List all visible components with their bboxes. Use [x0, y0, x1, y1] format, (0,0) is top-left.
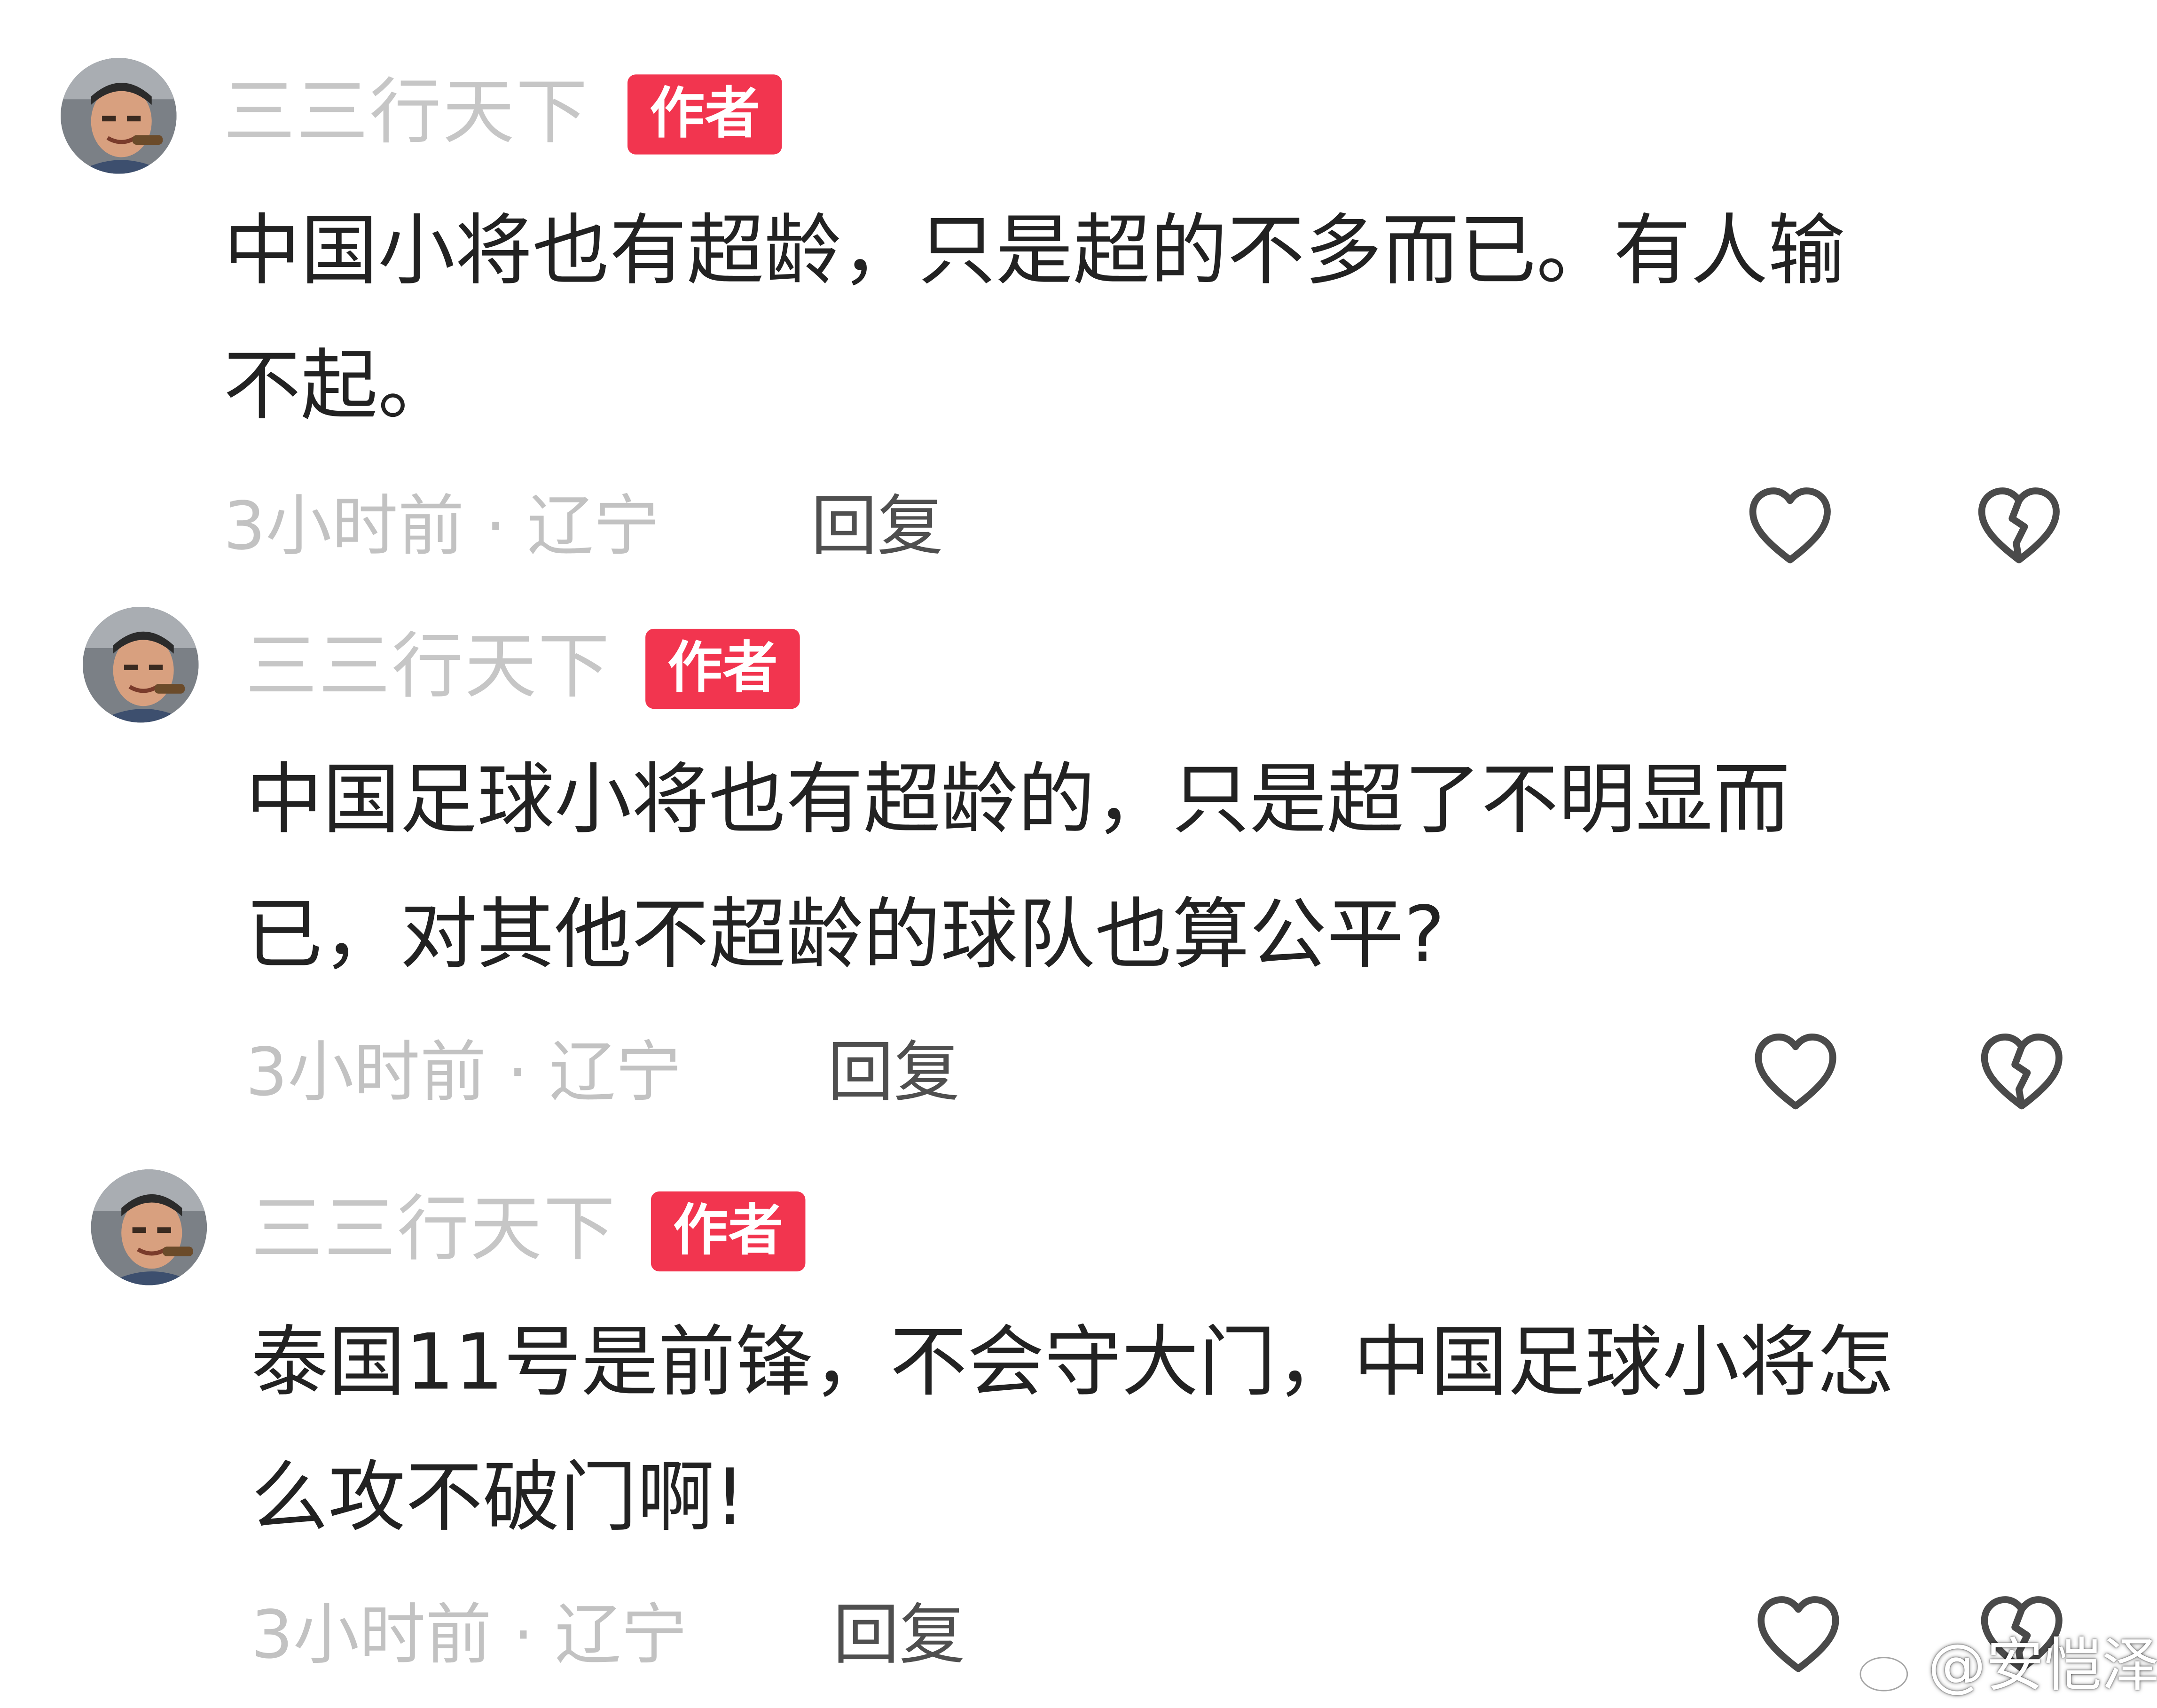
- broken-heart-icon[interactable]: [1977, 1029, 2066, 1117]
- author-badge: 作者: [651, 1191, 806, 1272]
- comment-text-line-2: 不起。: [223, 342, 455, 432]
- avatar[interactable]: [83, 606, 199, 723]
- reply-button[interactable]: 回复: [827, 1032, 960, 1114]
- author-badge: 作者: [645, 628, 800, 709]
- comment-text-line-1: 中国足球小将也有超龄的，只是超了不明显而: [245, 755, 1790, 846]
- comment-text-line-2: 已，对其他不超龄的球队也算公平?: [245, 891, 1445, 981]
- comment-text-line-1: 泰国11号是前锋，不会守大门，中国足球小将怎: [251, 1318, 1894, 1408]
- comment-item: 三三行天下 作者 泰国11号是前锋，不会守大门，中国足球小将怎 么攻不破门啊! …: [0, 1112, 2157, 1677]
- author-badge: 作者: [627, 74, 782, 155]
- reply-button[interactable]: 回复: [833, 1594, 965, 1677]
- comment-text-line-2: 么攻不破门啊!: [251, 1453, 745, 1543]
- avatar[interactable]: [91, 1169, 207, 1285]
- comment-page: 三三行天下 作者 中国小将也有超龄，只是超的不多而已。有人输 不起。 3小时前 …: [0, 0, 2157, 1708]
- watermark-text: @安恺泽: [1928, 1631, 2157, 1699]
- heart-outline-icon[interactable]: [1751, 1029, 1840, 1117]
- author-name[interactable]: 三三行天下: [251, 1189, 617, 1271]
- comment-text-line-1: 中国小将也有超龄，只是超的不多而已。有人输: [223, 207, 1845, 297]
- author-name[interactable]: 三三行天下: [245, 626, 611, 709]
- comment-item: 三三行天下 作者 中国足球小将也有超龄的，只是超了不明显而 已，对其他不超龄的球…: [0, 552, 2157, 1117]
- comment-meta: 3小时前 · 辽宁: [245, 1034, 682, 1112]
- comment-meta: 3小时前 · 辽宁: [251, 1597, 688, 1674]
- author-name[interactable]: 三三行天下: [223, 72, 589, 155]
- heart-outline-icon[interactable]: [1754, 1591, 1843, 1680]
- weibo-logo-icon: [1858, 1641, 1917, 1693]
- avatar[interactable]: [61, 58, 177, 174]
- comment-item: 三三行天下 作者 中国小将也有超龄，只是超的不多而已。有人输 不起。 3小时前 …: [0, 0, 2157, 565]
